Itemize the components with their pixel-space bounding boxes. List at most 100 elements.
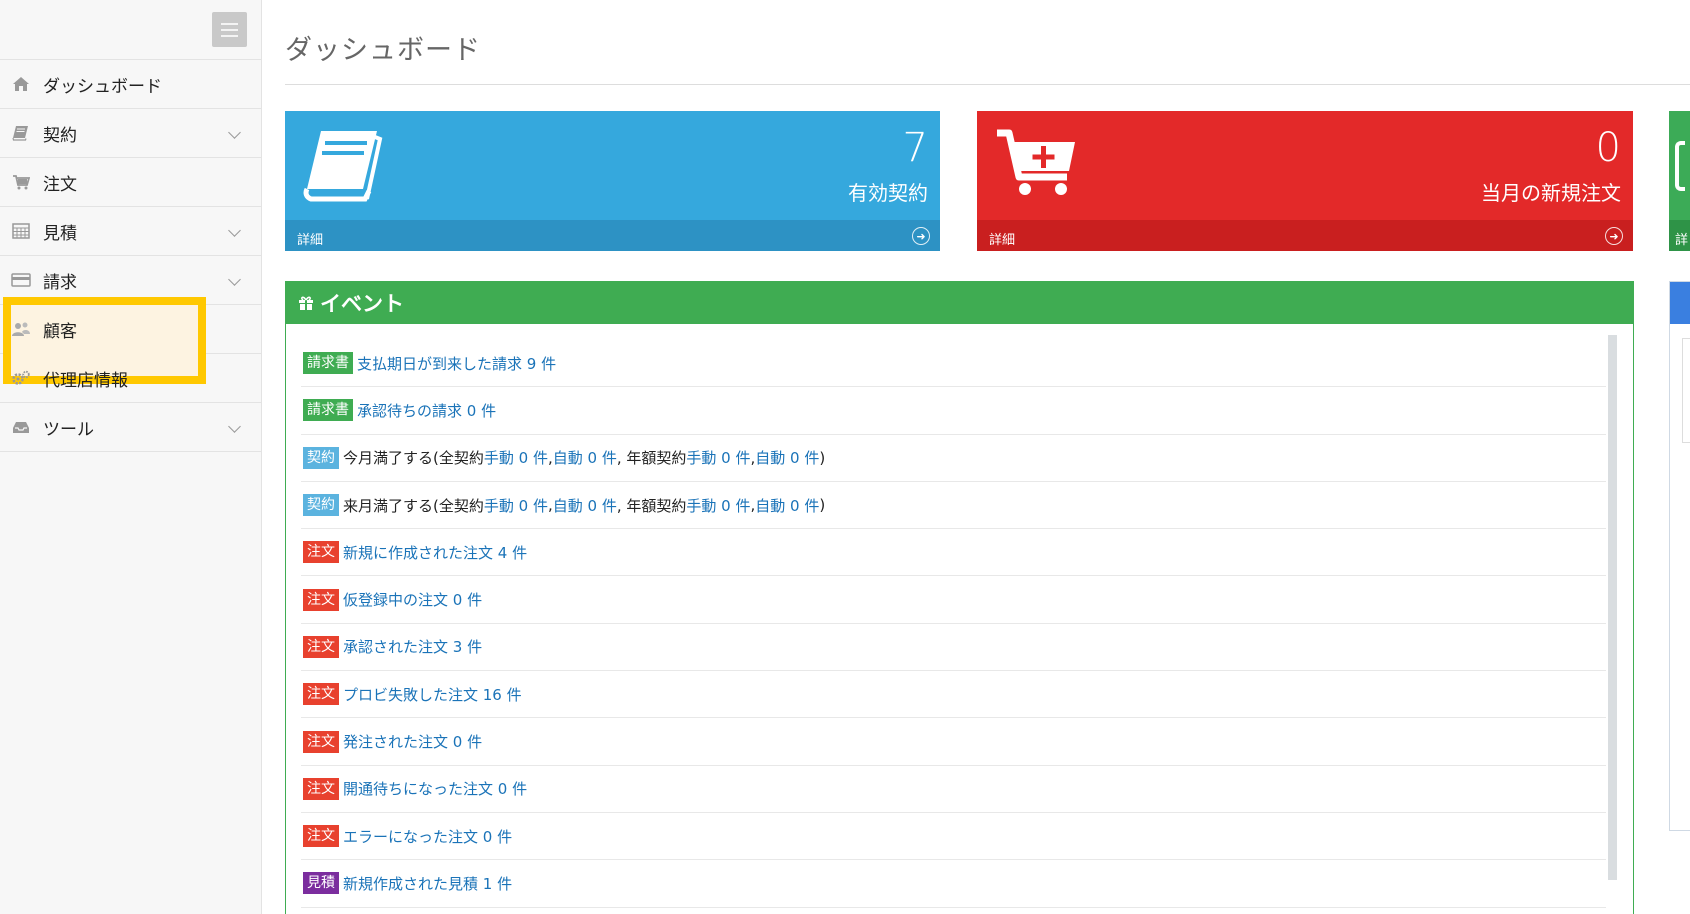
gift-icon: [298, 295, 314, 311]
page-title: ダッシュボード: [285, 35, 481, 66]
chevron-down-icon: [228, 126, 241, 139]
details-label: 詳細: [989, 233, 1016, 248]
event-tag-badge: 見積: [303, 872, 339, 895]
stat-value: 7: [902, 125, 928, 171]
event-row: 注文 新規に作成された注文 4 件: [301, 529, 1606, 577]
event-link[interactable]: 承認待ちの請求 0 件: [357, 400, 496, 421]
sidebar: ダッシュボード 契約 注文 見積 請求 顧客 代理店情報 ツール: [0, 0, 262, 914]
sidebar-item-contracts[interactable]: 契約: [0, 109, 261, 158]
sidebar-item-dashboard[interactable]: ダッシュボード: [0, 60, 261, 109]
stat-card-body: 7 有効契約: [285, 111, 940, 220]
event-link[interactable]: 自動 0 件: [755, 495, 819, 516]
events-list: 請求書 支払期日が到来した請求 9 件請求書 承認待ちの請求 0 件契約 今月満了する…: [301, 340, 1606, 908]
stat-card-partial: 詳: [1669, 111, 1690, 251]
event-text: , 年額契約: [616, 496, 687, 515]
calculator-icon: [10, 222, 32, 240]
event-link[interactable]: 自動 0 件: [755, 447, 819, 468]
sidebar-top: [0, 0, 261, 60]
stat-value: 0: [1595, 125, 1621, 171]
inbox-icon: [10, 418, 32, 436]
event-tag-badge: 請求書: [303, 399, 353, 422]
event-row: 見積 新規作成された見積 1 件: [301, 860, 1606, 908]
stat-card-body: 0 当月の新規注文: [977, 111, 1633, 220]
event-link[interactable]: 承認された注文 3 件: [343, 636, 482, 657]
stat-card-active-contracts: 7 有効契約 詳細 ➜: [285, 111, 940, 251]
events-panel-header: イベント: [286, 282, 1633, 324]
details-label: 詳: [1675, 233, 1689, 248]
arrow-circle-right-icon: ➜: [1605, 227, 1623, 245]
sidebar-item-label: 顧客: [43, 321, 77, 342]
event-tag-badge: 注文: [303, 588, 339, 611]
event-text: ): [819, 496, 826, 515]
stat-details-link[interactable]: 詳細 ➜: [285, 220, 940, 251]
event-tag-badge: 契約: [303, 494, 339, 517]
event-row: 請求書 支払期日が到来した請求 9 件: [301, 340, 1606, 388]
credit-card-icon: [10, 271, 32, 289]
side-panel-box: [1682, 338, 1690, 443]
users-icon: [10, 320, 32, 338]
stat-details-link[interactable]: 詳: [1669, 220, 1690, 251]
event-text: , 年額契約: [616, 449, 687, 468]
sidebar-item-label: 請求: [43, 272, 77, 293]
event-row: 注文 プロビ失敗した注文 16 件: [301, 671, 1606, 719]
event-row: 契約 今月満了する(全契約 手動 0 件, 自動 0 件, 年額契約 手動 0 件…: [301, 435, 1606, 482]
book-icon: [303, 127, 383, 207]
gears-icon: [10, 369, 32, 387]
stat-card-new-orders: 0 当月の新規注文 詳細 ➜: [977, 111, 1633, 251]
event-link[interactable]: 支払期日が到来した請求 9 件: [357, 353, 556, 374]
stat-card-body: [1669, 111, 1690, 220]
stat-icon: [1675, 141, 1685, 191]
cart-icon: [10, 173, 32, 191]
divider: [285, 84, 1690, 85]
event-link[interactable]: 新規作成された見積 1 件: [343, 873, 512, 894]
sidebar-item-orders[interactable]: 注文: [0, 158, 261, 207]
event-tag-badge: 注文: [303, 777, 339, 800]
sidebar-item-customers[interactable]: 顧客: [0, 297, 261, 384]
event-link[interactable]: 手動 0 件: [484, 495, 548, 516]
event-link[interactable]: エラーになった注文 0 件: [343, 826, 512, 847]
event-tag-badge: 注文: [303, 635, 339, 658]
side-panel-header: [1670, 282, 1690, 324]
chevron-down-icon: [228, 224, 241, 237]
home-icon: [10, 75, 32, 93]
event-link[interactable]: 新規に作成された注文 4 件: [343, 542, 527, 563]
event-tag-badge: 注文: [303, 825, 339, 848]
event-row: 注文 仮登録中の注文 0 件: [301, 576, 1606, 624]
sidebar-item-label: 見積: [43, 223, 77, 244]
hamburger-line: [221, 22, 238, 25]
events-panel: イベント 請求書 支払期日が到来した請求 9 件請求書 承認待ちの請求 0 件契約今…: [285, 281, 1634, 914]
sidebar-item-estimates[interactable]: 見積: [0, 207, 261, 256]
sidebar-item-label: ツール: [43, 419, 94, 440]
event-text: 来月満了する(全契約: [343, 496, 484, 515]
stat-label: 有効契約: [848, 181, 928, 205]
event-link[interactable]: プロビ失敗した注文 16 件: [343, 684, 522, 705]
sidebar-item-agency-info[interactable]: 代理店情報: [0, 354, 261, 403]
sidebar-item-label: 注文: [43, 174, 77, 195]
event-tag-badge: 請求書: [303, 352, 353, 375]
sidebar-item-tools[interactable]: ツール: [0, 403, 261, 452]
event-text: 今月満了する(全契約: [343, 449, 484, 468]
book-icon: [10, 124, 32, 142]
menu-toggle-button[interactable]: [212, 12, 247, 47]
events-panel-title: イベント: [320, 292, 404, 316]
event-row: 請求書 承認待ちの請求 0 件: [301, 387, 1606, 435]
details-label: 詳細: [297, 233, 324, 248]
event-link[interactable]: 自動 0 件: [553, 447, 617, 468]
event-tag-badge: 注文: [303, 730, 339, 753]
event-row: 注文 発注された注文 0 件: [301, 718, 1606, 766]
event-link[interactable]: 手動 0 件: [484, 447, 548, 468]
event-text: ): [819, 448, 826, 467]
hamburger-line: [221, 34, 238, 37]
event-link[interactable]: 発注された注文 0 件: [343, 731, 482, 752]
event-link[interactable]: 手動 0 件: [686, 495, 750, 516]
cart-plus-icon: [995, 127, 1077, 201]
event-tag-badge: 注文: [303, 683, 339, 706]
event-link[interactable]: 開通待ちになった注文 0 件: [343, 778, 527, 799]
event-link[interactable]: 手動 0 件: [686, 447, 750, 468]
stat-details-link[interactable]: 詳細 ➜: [977, 220, 1633, 251]
event-row: 注文 エラーになった注文 0 件: [301, 813, 1606, 861]
events-scrollbar[interactable]: [1608, 335, 1617, 880]
event-link[interactable]: 自動 0 件: [553, 495, 617, 516]
event-link[interactable]: 仮登録中の注文 0 件: [343, 589, 482, 610]
arrow-circle-right-icon: ➜: [912, 227, 930, 245]
